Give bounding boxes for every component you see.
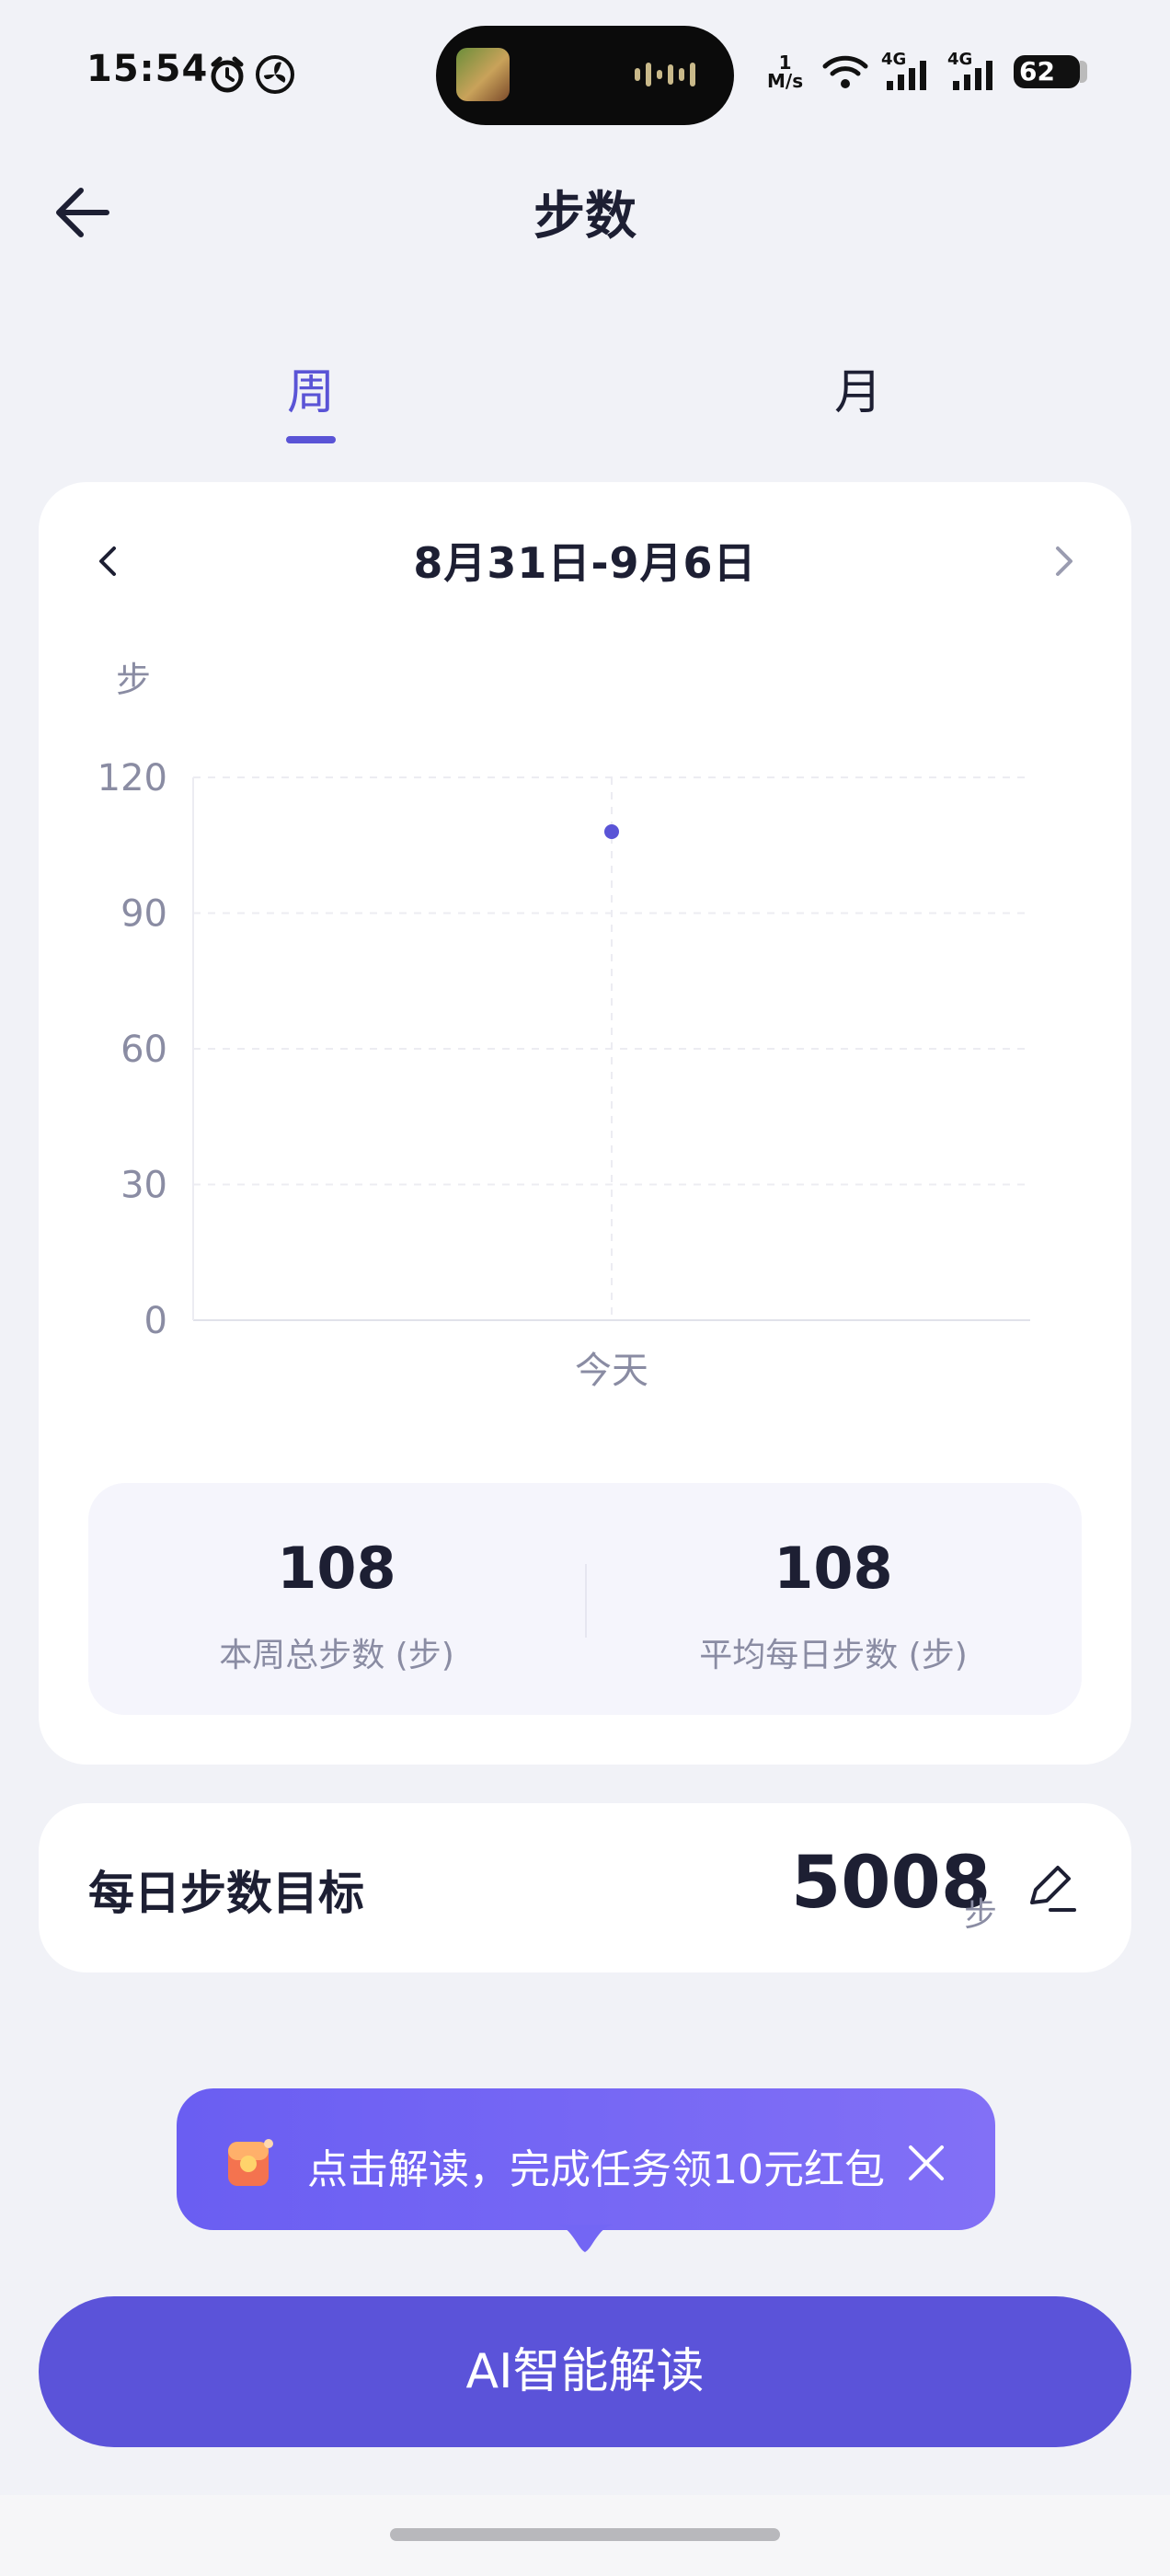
y-tick-label: 30 bbox=[120, 1165, 167, 1207]
daily-average-value: 108 bbox=[774, 1535, 893, 1602]
daily-goal-label: 每日步数目标 bbox=[88, 1867, 364, 1920]
y-tick-label: 120 bbox=[98, 757, 167, 799]
red-envelope-icon bbox=[228, 2139, 273, 2186]
network-speed-unit: M/s bbox=[767, 70, 804, 92]
media-artwork-thumbnail bbox=[456, 48, 510, 101]
home-indicator[interactable] bbox=[390, 2528, 780, 2541]
battery-level: 62 bbox=[1019, 56, 1055, 86]
cell-signal-icon bbox=[887, 61, 926, 90]
data-point[interactable] bbox=[604, 824, 619, 839]
cell-signal-icon bbox=[953, 61, 992, 90]
tab-week[interactable]: 周 bbox=[237, 353, 384, 422]
promo-tooltip-pointer bbox=[557, 2225, 613, 2252]
page-title: 步数 bbox=[533, 187, 637, 247]
next-week-chevron-icon[interactable] bbox=[1045, 534, 1082, 589]
alarm-icon bbox=[211, 56, 244, 93]
weekly-total-label: 本周总步数 (步) bbox=[219, 1637, 454, 1674]
daily-goal-unit: 步 bbox=[964, 1896, 998, 1934]
weekly-total-value: 108 bbox=[277, 1535, 396, 1602]
network-speed-value: 1 bbox=[778, 52, 792, 74]
promo-text: 点击解读，完成任务领10元红包 bbox=[307, 2146, 885, 2193]
daily-average-label: 平均每日步数 (步) bbox=[699, 1637, 968, 1674]
daily-goal-value: 5008 bbox=[791, 1842, 992, 1925]
y-axis-unit: 步 bbox=[116, 660, 151, 700]
x-tick-label: 今天 bbox=[575, 1350, 648, 1392]
battery-icon: 62 bbox=[1014, 55, 1080, 88]
ai-analysis-button[interactable]: AI智能解读 bbox=[39, 2296, 1131, 2447]
y-tick-label: 60 bbox=[120, 1029, 167, 1071]
date-range: 8月31日-9月6日 bbox=[413, 538, 757, 588]
active-tab-indicator bbox=[286, 436, 336, 443]
wifi-icon bbox=[822, 55, 868, 88]
network-speed: 1 M/s bbox=[767, 53, 803, 90]
tab-month[interactable]: 月 bbox=[785, 353, 932, 422]
steps-chart: 步 120 90 60 30 0 今天 bbox=[98, 660, 1030, 1392]
battery-tip bbox=[1080, 61, 1087, 83]
music-wave-icon bbox=[635, 63, 695, 86]
fan-icon bbox=[256, 55, 294, 94]
y-tick-label: 90 bbox=[120, 893, 167, 936]
edit-pencil-icon[interactable] bbox=[1023, 1860, 1078, 1915]
y-tick-label: 0 bbox=[144, 1300, 167, 1342]
close-icon[interactable] bbox=[903, 2140, 949, 2186]
status-time: 15:54 bbox=[86, 48, 209, 90]
